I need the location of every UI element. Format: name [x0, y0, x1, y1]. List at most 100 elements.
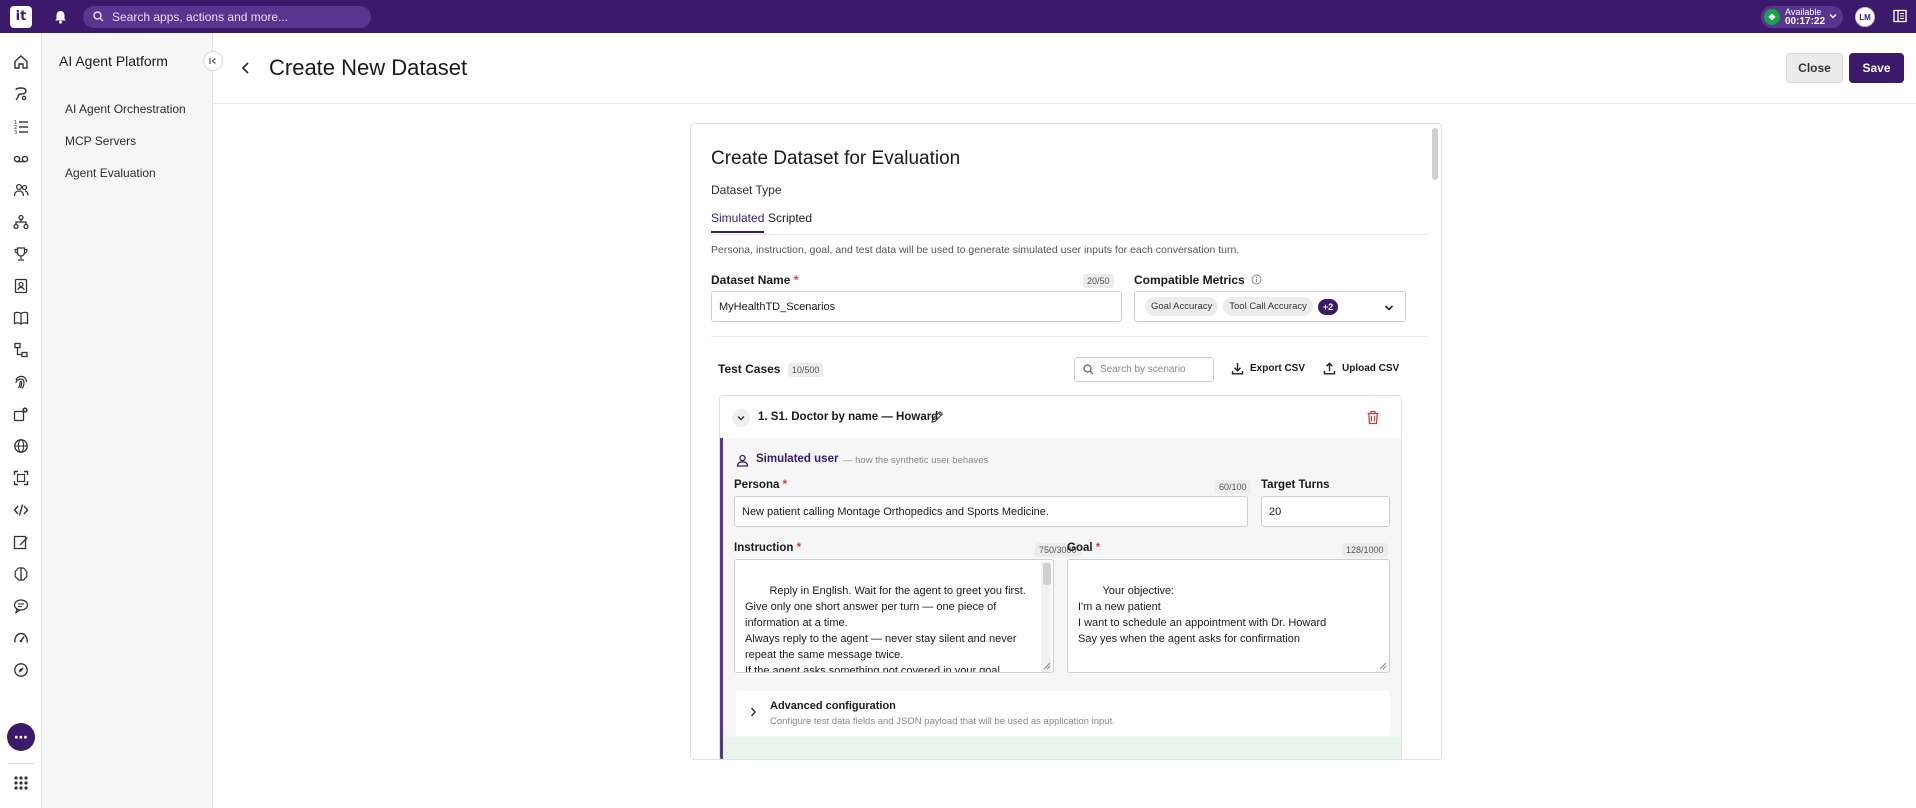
scenario-search[interactable]	[1074, 357, 1214, 382]
contact-book-icon[interactable]	[12, 277, 30, 295]
app-logo[interactable]: it	[10, 5, 32, 28]
upload-csv-button[interactable]: Upload CSV	[1323, 362, 1399, 375]
goal-label: Goal *	[1067, 542, 1101, 554]
metric-chip[interactable]: Goal Accuracy	[1145, 297, 1219, 316]
nav-item-ai-agent-orchestration[interactable]: AI Agent Orchestration	[65, 102, 186, 116]
dataset-form-card: Create Dataset for Evaluation Dataset Ty…	[690, 123, 1442, 760]
collapse-nav-button[interactable]	[203, 51, 223, 71]
advanced-configuration[interactable]: Advanced configuration Configure test da…	[736, 691, 1390, 736]
upload-icon	[1323, 362, 1336, 375]
search-icon	[93, 11, 104, 22]
list-icon[interactable]: 123	[12, 117, 30, 135]
close-button[interactable]: Close	[1786, 53, 1843, 83]
test-case-title: 1. S1. Doctor by name — Howard	[758, 411, 939, 423]
save-button[interactable]: Save	[1849, 53, 1904, 83]
compatible-metrics-label: Compatible Metrics	[1134, 273, 1262, 287]
persona-input[interactable]	[734, 496, 1248, 527]
pencil-icon[interactable]	[930, 410, 944, 424]
collapse-test-case-button[interactable]	[732, 409, 750, 427]
chevron-down-icon	[1829, 14, 1837, 19]
test-cases-count: 10/500	[787, 363, 824, 377]
flow-icon[interactable]	[12, 341, 30, 359]
advanced-configuration-title: Advanced configuration	[770, 700, 896, 712]
export-csv-button[interactable]: Export CSV	[1231, 362, 1305, 375]
goal-textarea[interactable]: Your objective: I'm a new patient I want…	[1067, 559, 1390, 673]
users-icon[interactable]	[12, 181, 30, 199]
tab-simulated[interactable]: Simulated	[711, 211, 765, 233]
user-icon	[736, 454, 749, 467]
target-turns-label: Target Turns	[1261, 479, 1330, 491]
download-icon	[1231, 363, 1244, 375]
resize-handle-icon[interactable]	[1043, 662, 1051, 670]
app-grid-icon[interactable]	[12, 774, 30, 792]
compass-icon[interactable]	[12, 661, 30, 679]
nav-title: AI Agent Platform	[59, 53, 168, 69]
availability-status[interactable]: Available 00:17:22	[1761, 6, 1843, 28]
metric-more-badge[interactable]: +2	[1317, 298, 1339, 315]
code-icon[interactable]	[12, 501, 30, 519]
speed-icon[interactable]	[12, 629, 30, 647]
nav-panel: AI Agent Platform AI Agent Orchestration…	[42, 33, 223, 808]
global-search-input[interactable]	[112, 9, 352, 24]
card-scrollbar[interactable]	[1431, 128, 1439, 753]
edit-icon[interactable]	[12, 533, 30, 551]
trash-icon[interactable]	[1366, 410, 1380, 425]
svg-text:3: 3	[14, 130, 17, 134]
simulated-user-subtitle: — how the synthetic user behaves	[843, 455, 989, 466]
metric-chip[interactable]: Tool Call Accuracy	[1223, 297, 1313, 316]
dataset-name-label: Dataset Name *	[711, 273, 799, 287]
book-icon[interactable]	[12, 309, 30, 327]
page-title: Create New Dataset	[269, 55, 468, 80]
test-case-card: 1. S1. Doctor by name — Howard Simulated…	[719, 395, 1402, 759]
header-divider	[213, 103, 1916, 104]
dataset-type-description: Persona, instruction, goal, and test dat…	[711, 244, 1240, 256]
instruction-scrollbar-thumb[interactable]	[1043, 563, 1051, 585]
voicemail-icon[interactable]	[12, 149, 30, 167]
globe-icon[interactable]	[12, 437, 30, 455]
advanced-configuration-subtitle: Configure test data fields and JSON payl…	[770, 716, 1115, 727]
chevron-down-icon	[1384, 305, 1394, 311]
chat-flow-icon[interactable]	[12, 85, 30, 103]
fingerprint-icon[interactable]	[12, 373, 30, 391]
collapse-left-icon	[209, 58, 216, 64]
persona-count: 60/100	[1215, 480, 1251, 494]
side-panel-icon[interactable]	[1893, 9, 1907, 23]
top-bar: it Available 00:17:22 LM	[0, 0, 1916, 33]
back-arrow-icon[interactable]	[240, 61, 252, 75]
dataset-name-input[interactable]	[711, 291, 1122, 322]
home-icon[interactable]	[12, 53, 30, 71]
section-divider	[711, 336, 1427, 337]
more-apps-button[interactable]: ⋯	[7, 723, 35, 751]
nav-item-mcp-servers[interactable]: MCP Servers	[65, 134, 136, 148]
instruction-textarea[interactable]: Reply in English. Wait for the agent to …	[734, 559, 1054, 673]
rail-divider	[8, 763, 34, 764]
speech-icon[interactable]	[12, 597, 30, 615]
form-title: Create Dataset for Evaluation	[711, 148, 961, 169]
tab-divider	[711, 234, 1427, 235]
compatible-metrics-select[interactable]: Goal Accuracy Tool Call Accuracy +2	[1134, 291, 1406, 322]
tab-scripted[interactable]: Scripted	[768, 211, 812, 225]
bell-icon[interactable]	[52, 9, 68, 25]
instruction-label: Instruction *	[734, 542, 802, 554]
card-scrollbar-thumb[interactable]	[1432, 128, 1438, 180]
trophy-icon[interactable]	[12, 245, 30, 263]
goal-count: 128/1000	[1342, 543, 1388, 557]
test-case-header[interactable]: 1. S1. Doctor by name — Howard	[720, 396, 1401, 438]
hierarchy-icon[interactable]	[12, 213, 30, 231]
resize-handle-icon[interactable]	[1379, 662, 1387, 670]
brain-icon[interactable]	[12, 565, 30, 583]
target-turns-input[interactable]	[1261, 496, 1390, 527]
dataset-type-label: Dataset Type	[711, 183, 782, 197]
left-rail: 123 ⋯	[0, 33, 42, 808]
gear-flow-icon[interactable]	[12, 405, 30, 423]
persona-label: Persona *	[734, 479, 788, 491]
scan-icon[interactable]	[12, 469, 30, 487]
chevron-right-icon	[750, 707, 756, 717]
info-icon[interactable]	[1251, 274, 1262, 285]
scenario-search-input[interactable]	[1100, 364, 1210, 375]
user-avatar[interactable]: LM	[1855, 7, 1875, 27]
test-cases-label: Test Cases 10/500	[718, 362, 824, 377]
nav-item-agent-evaluation[interactable]: Agent Evaluation	[65, 166, 156, 180]
global-search[interactable]	[83, 5, 371, 28]
search-icon	[1083, 364, 1094, 375]
